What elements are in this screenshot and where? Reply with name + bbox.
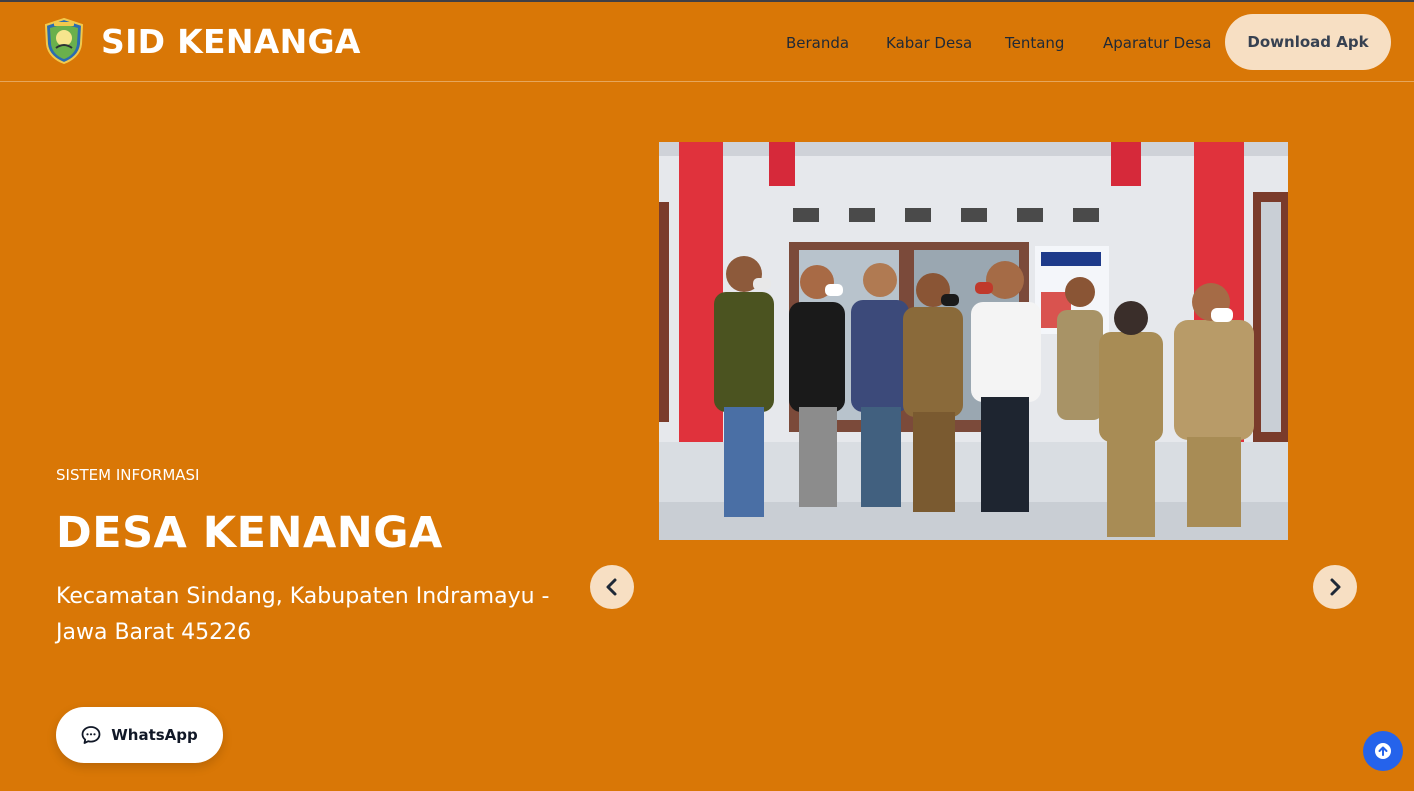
carousel-slide-photo bbox=[659, 142, 1288, 540]
whatsapp-label: WhatsApp bbox=[111, 726, 198, 744]
brand[interactable]: SID KENANGA bbox=[44, 18, 361, 64]
scroll-to-top-button[interactable] bbox=[1363, 731, 1403, 771]
navbar: SID KENANGA Beranda Kabar Desa Tentang A… bbox=[0, 2, 1414, 82]
chat-bubble-icon bbox=[81, 726, 101, 744]
village-emblem-icon bbox=[44, 18, 84, 64]
chevron-right-icon bbox=[1330, 578, 1341, 596]
whatsapp-button[interactable]: WhatsApp bbox=[56, 707, 223, 763]
nav-link-kabar-desa[interactable]: Kabar Desa bbox=[886, 34, 972, 52]
brand-name: SID KENANGA bbox=[101, 21, 361, 61]
nav-link-beranda[interactable]: Beranda bbox=[786, 34, 849, 52]
hero-subtitle: Kecamatan Sindang, Kabupaten Indramayu -… bbox=[56, 584, 550, 645]
download-apk-button[interactable]: Download Apk bbox=[1225, 14, 1391, 70]
arrow-up-circle-icon bbox=[1375, 743, 1391, 759]
nav-link-aparatur-desa[interactable]: Aparatur Desa bbox=[1103, 34, 1211, 52]
group-photo-image bbox=[659, 142, 1288, 540]
nav-link-tentang[interactable]: Tentang bbox=[1005, 34, 1064, 52]
chevron-left-icon bbox=[606, 578, 617, 596]
carousel-next-button[interactable] bbox=[1313, 565, 1357, 609]
hero-eyebrow: SISTEM INFORMASI bbox=[56, 466, 200, 484]
hero-title: DESA KENANGA bbox=[56, 508, 443, 558]
carousel-prev-button[interactable] bbox=[590, 565, 634, 609]
